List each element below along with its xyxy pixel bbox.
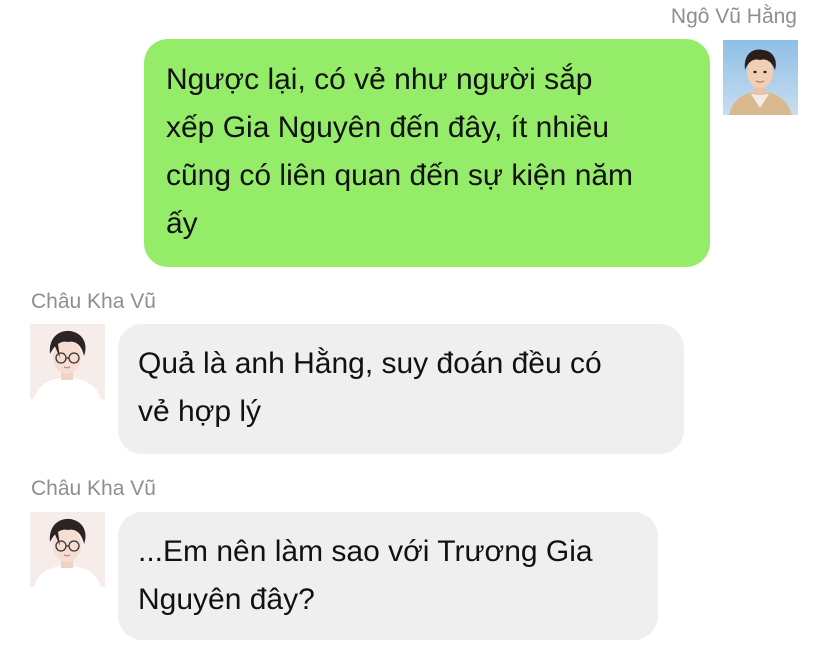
man-with-glasses-avatar-icon[interactable]	[30, 324, 105, 399]
sender-name: Ngô Vũ Hằng	[670, 5, 797, 28]
sender-name: Châu Kha Vũ	[31, 290, 156, 313]
message-line: xếp Gia Nguyên đến đây, ít nhiều	[166, 111, 610, 144]
message-line: Quả là anh Hằng, suy đoán đều có	[138, 347, 602, 380]
message-line: cũng có liên quan đến sự kiện năm	[166, 159, 634, 192]
message-line: Ngược lại, có vẻ như người sắp	[166, 63, 593, 96]
message-line: ấy	[166, 207, 198, 240]
message-bubble[interactable]: Quả là anh Hằng, suy đoán đều có vẻ hợp …	[118, 324, 684, 454]
man-with-glasses-avatar-icon[interactable]	[30, 512, 105, 587]
young-man-avatar-icon[interactable]	[723, 40, 798, 115]
message-line: vẻ hợp lý	[138, 395, 262, 428]
message-line: ...Em nên làm sao với Trương Gia	[138, 535, 593, 568]
message-bubble[interactable]: Ngược lại, có vẻ như người sắp xếp Gia N…	[144, 39, 710, 267]
message-line: Nguyên đây?	[138, 583, 315, 616]
sender-name: Châu Kha Vũ	[31, 477, 156, 500]
message-bubble[interactable]: ...Em nên làm sao với Trương Gia Nguyên …	[118, 512, 658, 640]
